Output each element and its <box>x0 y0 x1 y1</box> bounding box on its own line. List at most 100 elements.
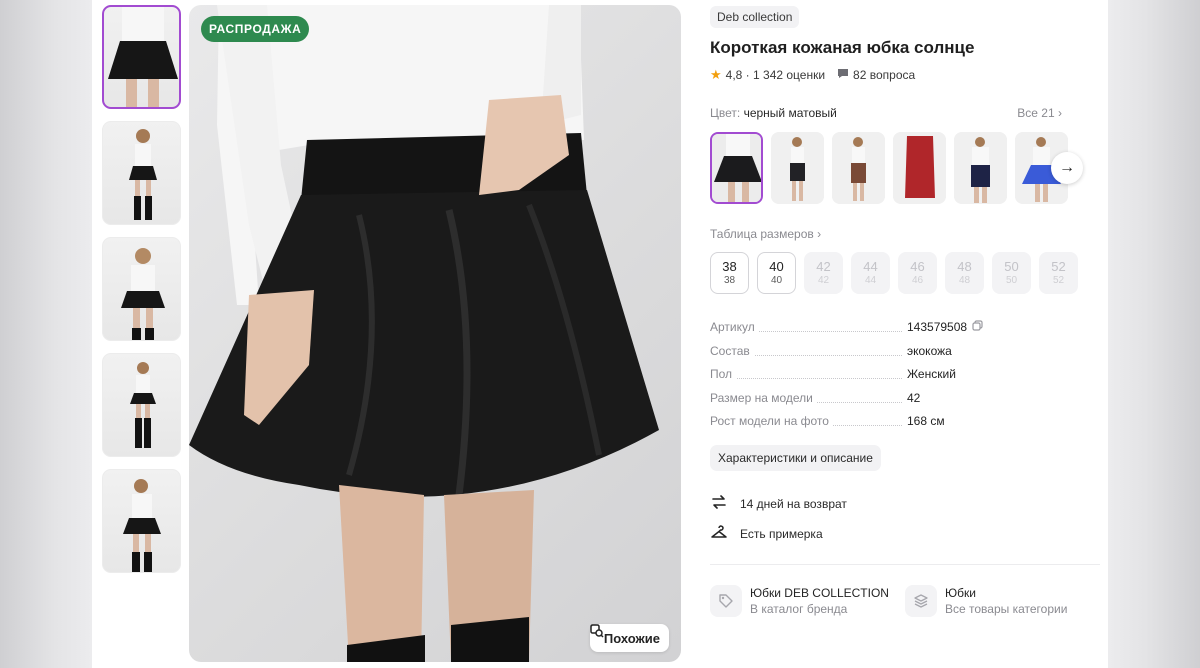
color-swatch-black-leather[interactable] <box>710 132 763 204</box>
hanger-icon <box>710 523 728 544</box>
article-number: 143579508 <box>907 320 968 334</box>
color-swatch-brown[interactable] <box>832 132 885 204</box>
size-option[interactable]: 52 52 <box>1039 252 1078 294</box>
spec-key: Состав <box>710 343 754 358</box>
all-colors-link[interactable]: Все 21 › <box>1017 106 1062 120</box>
background-left <box>0 0 92 668</box>
chat-icon <box>837 68 849 82</box>
specs-list: Артикул 143579508 Состав экокожа Пол Жен… <box>710 320 1010 438</box>
color-value: черный матовый <box>743 106 837 120</box>
thumbnail-3[interactable] <box>102 237 181 341</box>
spec-key: Рост модели на фото <box>710 414 833 428</box>
category-title: Юбки <box>945 586 976 600</box>
color-swatch-navy[interactable] <box>954 132 1007 204</box>
thumbnail-1[interactable] <box>102 5 181 109</box>
size-sub: 50 <box>1005 275 1018 286</box>
characteristics-button[interactable]: Характеристики и описание <box>710 445 881 471</box>
questions-link[interactable]: 82 вопроса <box>837 68 915 82</box>
product-card: РАСПРОДАЖА Похожие Deb collection Коротк… <box>92 0 1108 668</box>
sale-badge: РАСПРОДАЖА <box>201 16 310 42</box>
brand-catalog-title: Юбки DEB COLLECTION <box>750 586 889 600</box>
size-sub: 44 <box>864 275 877 286</box>
spec-key: Артикул <box>710 320 759 334</box>
brand-catalog-text: Юбки DEB COLLECTION В каталог бренда <box>750 585 889 617</box>
size-option[interactable]: 46 46 <box>898 252 937 294</box>
tag-icon <box>710 585 742 617</box>
rating-separator: · <box>742 68 754 82</box>
size-table-label: Таблица размеров <box>710 227 814 241</box>
spec-row-model-height: Рост модели на фото 168 см <box>710 414 1010 438</box>
spec-value: 143579508 <box>907 320 983 334</box>
spec-value: 42 <box>907 390 921 405</box>
similar-button[interactable]: Похожие <box>589 624 669 652</box>
size-selector: 38 38 40 40 42 42 44 44 46 46 48 48 50 50 52 52 <box>710 252 1078 294</box>
color-row: Цвет: черный матовый Все 21 › <box>710 106 1062 120</box>
category-subtitle: Все товары категории <box>945 602 1068 616</box>
return-policy[interactable]: 14 дней на возврат <box>710 493 847 514</box>
size-table-link[interactable]: Таблица размеров › <box>710 227 821 241</box>
product-photo <box>189 5 659 662</box>
rating-row: ★ 4,8 · 1 342 оценки 82 вопроса <box>710 67 915 83</box>
color-swatch-black-pencil[interactable] <box>771 132 824 204</box>
size-main: 50 <box>1004 259 1019 274</box>
size-sub: 42 <box>817 275 830 286</box>
background-right <box>1108 0 1200 668</box>
questions-count: 82 вопроса <box>853 68 916 82</box>
category-link[interactable]: Юбки Все товары категории <box>905 585 1067 617</box>
brand-catalog-subtitle: В каталог бренда <box>750 602 848 616</box>
spec-value: 168 см <box>907 414 945 428</box>
size-main: 40 <box>769 259 784 274</box>
thumbnail-4[interactable] <box>102 353 181 457</box>
brand-catalog-link[interactable]: Юбки DEB COLLECTION В каталог бренда <box>710 585 889 617</box>
all-colors-label: Все 21 <box>1017 106 1055 120</box>
spec-value: экокожа <box>907 343 952 358</box>
fitting-label: Есть примерка <box>740 526 823 541</box>
spec-row-model-size: Размер на модели 42 <box>710 390 1010 415</box>
spec-dots <box>710 378 902 379</box>
spec-key: Пол <box>710 367 737 381</box>
spec-row-composition: Состав экокожа <box>710 343 1010 368</box>
size-option[interactable]: 44 44 <box>851 252 890 294</box>
product-title: Короткая кожаная юбка солнце <box>710 38 975 57</box>
similar-label: Похожие <box>603 630 660 646</box>
size-main: 42 <box>816 259 831 274</box>
return-arrows-icon <box>710 493 728 514</box>
color-swatches <box>710 132 1068 204</box>
spec-value: Женский <box>907 367 956 381</box>
size-main: 44 <box>863 259 878 274</box>
swatches-next-arrow-icon[interactable]: → <box>1051 152 1083 184</box>
rating-value[interactable]: 4,8 <box>726 68 743 82</box>
size-main: 48 <box>957 259 972 274</box>
spec-row-article: Артикул 143579508 <box>710 320 1010 344</box>
size-sub: 48 <box>958 275 971 286</box>
reviews-count[interactable]: 1 342 оценки <box>753 68 825 82</box>
size-sub: 38 <box>723 275 736 286</box>
size-main: 38 <box>722 259 737 274</box>
star-icon: ★ <box>710 67 722 82</box>
size-sub: 46 <box>911 275 924 286</box>
spec-key: Размер на модели <box>710 390 817 405</box>
spec-row-gender: Пол Женский <box>710 367 1010 391</box>
size-option[interactable]: 40 40 <box>757 252 796 294</box>
size-option[interactable]: 48 48 <box>945 252 984 294</box>
return-policy-label: 14 дней на возврат <box>740 496 847 511</box>
size-option[interactable]: 50 50 <box>992 252 1031 294</box>
size-main: 46 <box>910 259 925 274</box>
size-main: 52 <box>1051 259 1066 274</box>
color-label: Цвет: <box>710 106 741 120</box>
thumbnail-5[interactable] <box>102 469 181 573</box>
size-sub: 40 <box>770 275 783 286</box>
main-product-image[interactable]: РАСПРОДАЖА Похожие <box>189 5 681 662</box>
size-option[interactable]: 38 38 <box>710 252 749 294</box>
layers-icon <box>905 585 937 617</box>
fitting-info[interactable]: Есть примерка <box>710 523 823 544</box>
category-text: Юбки Все товары категории <box>945 585 1067 617</box>
thumbnail-2[interactable] <box>102 121 181 225</box>
size-option[interactable]: 42 42 <box>804 252 843 294</box>
size-sub: 52 <box>1052 275 1065 286</box>
divider <box>710 564 1100 565</box>
color-swatch-red[interactable] <box>893 132 946 204</box>
copy-icon[interactable] <box>972 320 983 334</box>
brand-chip[interactable]: Deb collection <box>710 6 800 28</box>
thumbnail-strip <box>102 5 182 585</box>
